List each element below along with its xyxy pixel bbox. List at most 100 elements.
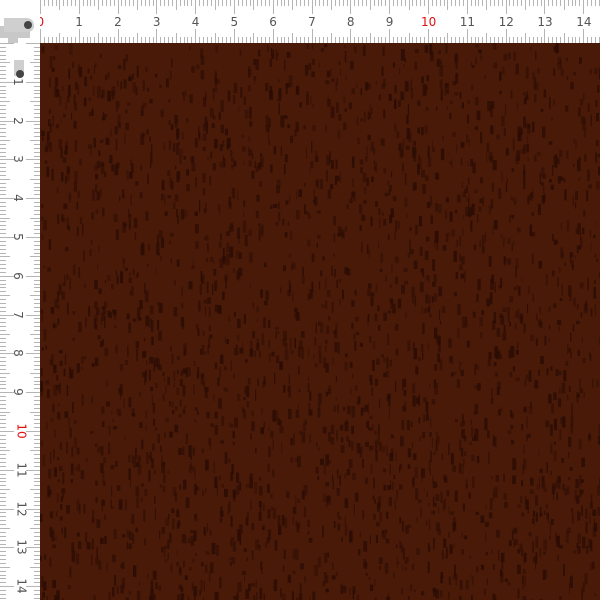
weave-mark [125,268,128,271]
ruler-top-label: 12 [499,15,514,29]
weave-mark [316,156,319,162]
weave-mark [214,88,218,92]
ruler-tick [0,233,6,234]
weave-mark [108,443,110,455]
weave-mark [127,103,131,106]
weave-mark [155,582,158,589]
weave-mark [60,361,63,366]
weave-mark [189,46,191,50]
weave-mark [318,345,321,355]
weave-mark [93,86,95,96]
ruler-tick [34,210,40,211]
ruler-tick [187,37,188,43]
ruler-tick [0,559,6,560]
weave-mark [392,482,394,490]
weave-mark [446,554,449,559]
weave-mark [378,241,379,248]
weave-mark [340,69,341,76]
ruler-tick [471,37,472,43]
weave-mark [490,279,494,290]
weave-mark [318,408,321,417]
weave-mark [128,455,130,463]
ruler-tick [34,350,40,351]
ruler-tick [218,37,219,43]
ruler-tick [393,0,394,6]
weave-mark [74,182,77,192]
weave-mark [242,571,246,575]
weave-mark [511,440,514,445]
ruler-tick [0,311,6,312]
ruler-tick [568,0,569,6]
weave-mark [416,548,420,555]
weave-mark [297,312,300,320]
weave-mark [186,433,188,444]
weave-mark [84,98,87,107]
ruler-tick [56,37,57,43]
weave-mark [455,491,458,502]
weave-mark [183,561,185,568]
weave-mark [357,443,361,453]
weave-mark [51,169,53,181]
weave-mark [564,189,566,200]
weave-mark [568,285,571,296]
weave-mark [390,480,391,489]
weave-mark [47,267,51,271]
weave-mark [81,394,83,405]
weave-mark [507,307,510,314]
weave-mark [433,452,436,456]
weave-mark [367,289,371,296]
weave-mark [559,150,563,158]
ruler-left-label: 12 [15,501,29,516]
weave-mark [119,500,123,510]
ruler-tick [575,0,576,6]
weave-mark [260,588,262,600]
weave-mark [73,121,76,129]
weave-mark [224,366,227,370]
weave-mark [102,339,104,346]
weave-mark [461,158,463,166]
weave-mark [422,184,426,194]
weave-mark [505,579,508,582]
weave-mark [224,489,228,497]
weave-mark [228,316,230,321]
weave-mark [100,341,102,347]
weave-mark [85,317,87,328]
ruler-tick [30,567,40,568]
weave-mark [434,274,437,282]
weave-mark [449,356,452,363]
weave-mark [72,62,74,68]
weave-mark [437,353,440,362]
ruler-tick [529,0,530,6]
weave-mark [325,345,327,352]
ruler-tick [544,29,545,43]
weave-mark [459,362,460,372]
ruler-tick [141,0,142,6]
weave-mark [41,441,44,447]
ruler-tick [0,509,14,510]
ruler-tick [34,582,40,583]
weave-mark [257,339,258,350]
weave-mark [97,86,101,98]
weave-mark [130,195,132,206]
weave-mark [521,513,524,517]
weave-mark [146,129,149,135]
weave-mark [104,536,107,544]
weave-mark [364,111,366,122]
ruler-tick [30,412,40,413]
ruler-tick [34,280,40,281]
weave-mark [198,301,201,312]
ruler-tick [397,0,398,6]
weave-mark [573,324,575,332]
ruler-left-label: 13 [15,540,29,555]
weave-mark [52,545,56,549]
weave-mark [191,66,195,73]
weave-mark [239,482,241,490]
weave-mark [78,322,82,332]
weave-mark [204,300,207,304]
weave-mark [61,119,62,123]
weave-mark [507,582,511,585]
weave-mark [577,512,580,521]
ruler-tick [560,0,561,6]
weave-mark [194,419,196,422]
ruler-tick [34,478,40,479]
